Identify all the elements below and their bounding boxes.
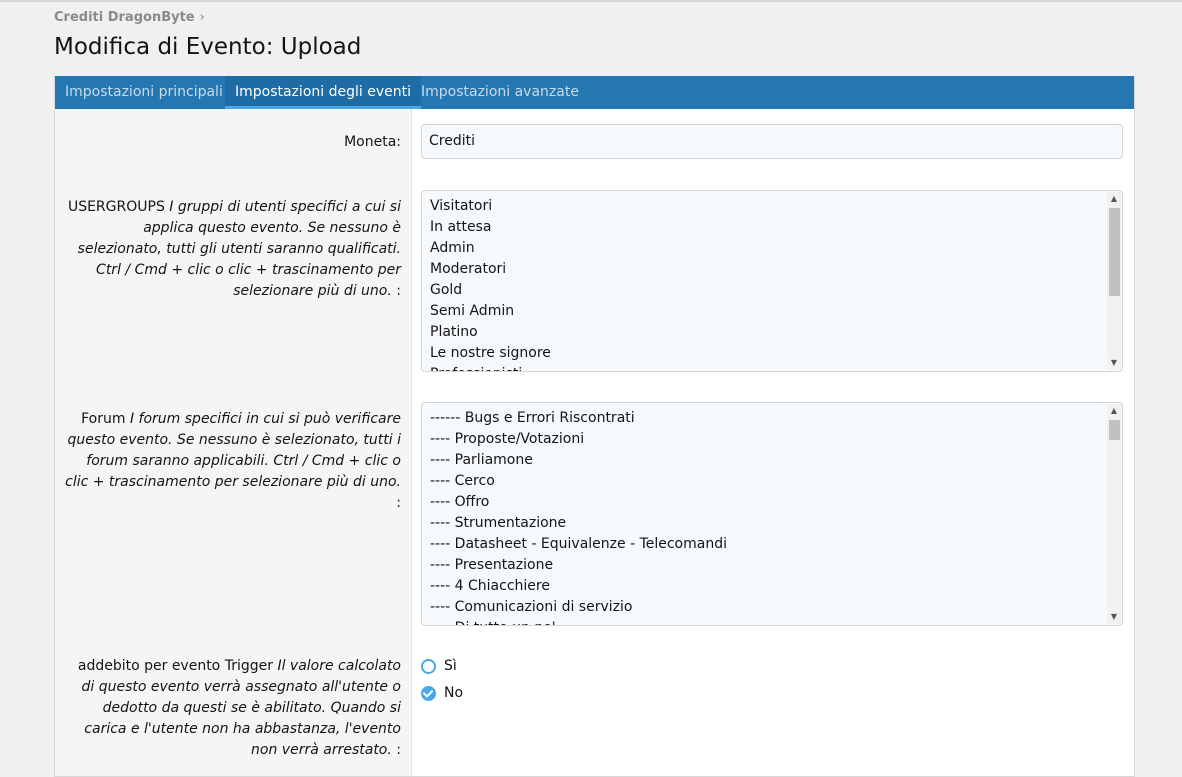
trigger-label-suffix: : [391,742,401,758]
forum-option[interactable]: ---- 4 Chiacchiere [430,576,1104,597]
forum-option[interactable]: ---- Offro [430,492,1104,513]
forums-scrollbar[interactable]: ▲ ▼ [1107,404,1121,624]
usergroup-option[interactable]: Visitatori [430,196,1104,217]
scrollbar-thumb[interactable] [1109,420,1120,440]
forums-label: Forum I forum specifici in cui si può ve… [63,409,401,514]
usergroup-option[interactable]: In attesa [430,217,1104,238]
forums-select[interactable]: ------ Bugs e Errori Riscontrati ---- Pr… [421,402,1123,626]
usergroup-option[interactable]: Admin [430,238,1104,259]
tab-bar: Impostazioni principali Impostazioni deg… [55,76,1134,109]
usergroups-scrollbar[interactable]: ▲ ▼ [1107,192,1121,370]
scrollbar-thumb[interactable] [1109,208,1120,296]
tab-main-settings[interactable]: Impostazioni principali [55,76,233,109]
breadcrumb-link[interactable]: Crediti DragonByte [54,10,195,25]
usergroup-option[interactable]: Moderatori [430,259,1104,280]
trigger-option-no[interactable]: No [421,685,463,701]
breadcrumb: Crediti DragonByte › [54,10,205,25]
radio-unchecked-icon[interactable] [421,658,436,674]
forums-label-title: Forum [81,411,126,427]
tab-event-settings[interactable]: Impostazioni degli eventi [225,76,421,109]
forum-option[interactable]: ---- Proposte/Votazioni [430,429,1104,450]
forums-options: ------ Bugs e Errori Riscontrati ---- Pr… [430,408,1104,625]
forum-option[interactable]: ---- Comunicazioni di servizio [430,597,1104,618]
form-panel: Impostazioni principali Impostazioni deg… [54,76,1135,777]
usergroup-option[interactable]: Gold [430,280,1104,301]
forum-option[interactable]: ---- Datasheet - Equivalenze - Telecoman… [430,534,1104,555]
usergroups-select[interactable]: Visitatori In attesa Admin Moderatori Go… [421,190,1123,372]
arrow-down-icon[interactable]: ▼ [1107,356,1121,370]
usergroups-label-title: USERGROUPS [67,199,165,215]
chevron-right-icon: › [199,10,205,25]
trigger-option-label: No [444,685,464,701]
usergroup-option[interactable]: Le nostre signore [430,343,1104,364]
arrow-up-icon[interactable]: ▲ [1107,404,1121,418]
trigger-label-title: addebito per evento Trigger [77,658,273,674]
checkmark-icon[interactable] [421,685,436,701]
forum-option[interactable]: ---- Parliamone [430,450,1104,471]
top-border [0,0,1182,2]
tab-advanced-settings[interactable]: Impostazioni avanzate [411,76,589,109]
trigger-option-yes[interactable]: Sì [421,658,457,674]
usergroup-option[interactable]: Platino [430,322,1104,343]
usergroups-label-suffix: : [391,283,401,299]
usergroups-options: Visitatori In attesa Admin Moderatori Go… [430,196,1104,371]
currency-label: Moneta: [344,134,401,150]
forum-option[interactable]: ---- Presentazione [430,555,1104,576]
trigger-label: addebito per evento Trigger Il valore ca… [65,656,401,761]
trigger-option-label: Sì [444,658,457,674]
currency-input[interactable]: Crediti [421,124,1123,159]
forums-label-suffix: : [396,495,401,511]
usergroups-label: USERGROUPS I gruppi di utenti specifici … [67,197,401,302]
arrow-up-icon[interactable]: ▲ [1107,192,1121,206]
forum-option[interactable]: ---- Strumentazione [430,513,1104,534]
page-title: Modifica di Evento: Upload [54,34,362,60]
forum-option[interactable]: ------ Bugs e Errori Riscontrati [430,408,1104,429]
forum-option[interactable]: ---- Di tutto un po' [430,618,1104,625]
usergroup-option[interactable]: Semi Admin [430,301,1104,322]
forum-option[interactable]: ---- Cerco [430,471,1104,492]
usergroup-option[interactable]: Professionisti [430,364,1104,371]
arrow-down-icon[interactable]: ▼ [1107,610,1121,624]
